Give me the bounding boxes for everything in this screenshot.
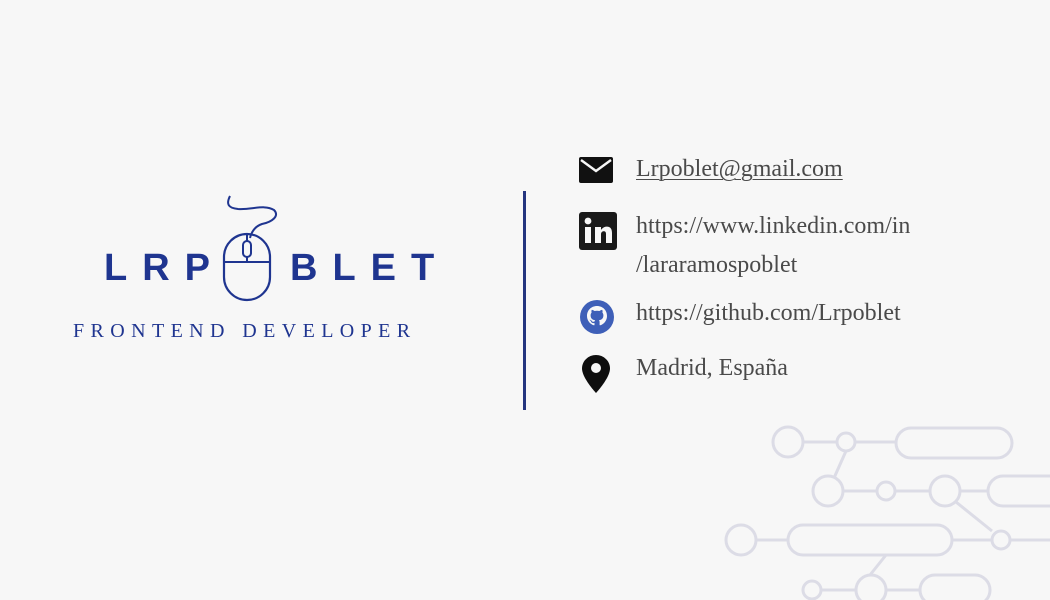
- vertical-divider: [523, 191, 526, 410]
- location-text: Madrid, España: [636, 355, 788, 381]
- linkedin-icon: [579, 212, 617, 250]
- computer-mouse-icon: [222, 195, 278, 302]
- map-pin-icon: [582, 355, 610, 393]
- email-link[interactable]: Lrpoblet@gmail.com: [636, 150, 843, 189]
- linkedin-url-line2[interactable]: /lararamospoblet: [636, 246, 797, 285]
- github-url[interactable]: https://github.com/Lrpoblet: [636, 294, 901, 333]
- brand-name-left: LRP: [104, 247, 225, 289]
- business-card: LRP BLET FRONTEND DEVELOPER Lrpoblet@gma…: [0, 0, 1050, 600]
- brand-name-right: BLET: [290, 247, 450, 289]
- envelope-icon: [579, 157, 613, 183]
- github-icon: [580, 300, 614, 334]
- brand-tagline: FRONTEND DEVELOPER: [73, 320, 417, 342]
- linkedin-url-line1[interactable]: https://www.linkedin.com/in: [636, 207, 910, 246]
- circuit-decoration: [724, 425, 1050, 600]
